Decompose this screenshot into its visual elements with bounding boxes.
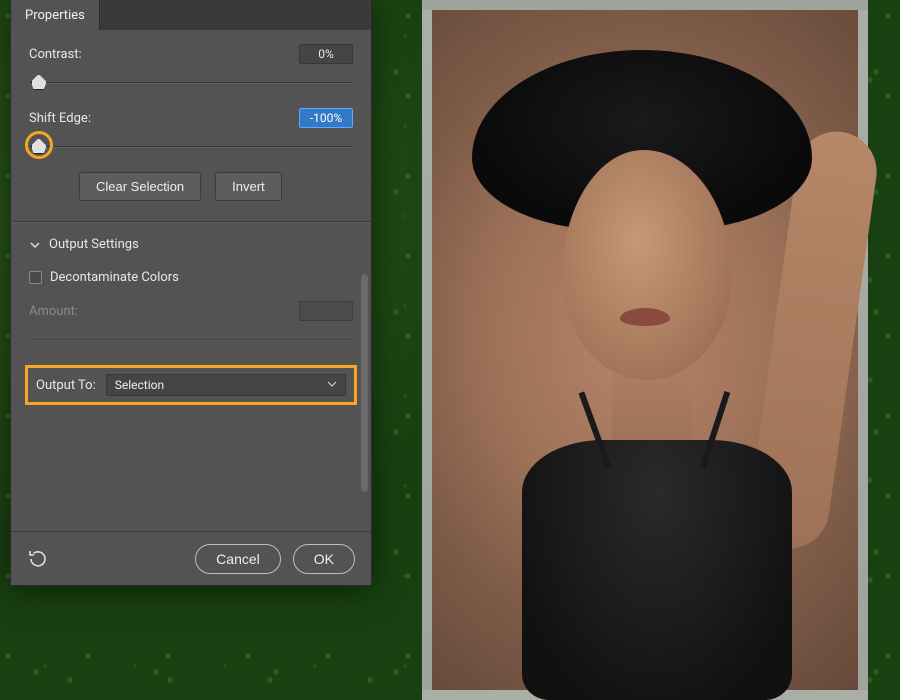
slider-track: [29, 82, 353, 84]
tab-strip: Properties: [11, 0, 371, 30]
clear-selection-button[interactable]: Clear Selection: [79, 172, 201, 201]
button-label: Cancel: [216, 551, 260, 567]
amount-slider: [29, 329, 353, 351]
cancel-button[interactable]: Cancel: [195, 544, 281, 574]
photo-subject-top: [522, 440, 792, 700]
shift-edge-slider[interactable]: [29, 136, 353, 158]
output-to-label: Output To:: [36, 378, 96, 393]
button-label: Clear Selection: [96, 179, 184, 194]
chevron-down-icon: [327, 378, 337, 392]
select-value: Selection: [115, 378, 164, 392]
reset-icon[interactable]: [27, 548, 49, 570]
section-divider: [11, 221, 371, 223]
invert-button[interactable]: Invert: [215, 172, 282, 201]
shift-edge-label: Shift Edge:: [29, 111, 91, 126]
button-label: Invert: [232, 179, 265, 194]
button-label: OK: [314, 551, 334, 567]
section-title: Output Settings: [49, 237, 139, 252]
decontaminate-label: Decontaminate Colors: [50, 270, 179, 285]
slider-track: [29, 339, 353, 341]
slider-thumb[interactable]: [31, 138, 47, 154]
contrast-slider[interactable]: [29, 72, 353, 94]
tab-properties[interactable]: Properties: [11, 0, 100, 30]
decontaminate-checkbox[interactable]: [29, 271, 42, 284]
contrast-label: Contrast:: [29, 47, 82, 62]
chevron-down-icon: [29, 239, 41, 251]
shift-edge-value[interactable]: -100%: [299, 108, 353, 128]
tab-label: Properties: [25, 8, 85, 23]
ok-button[interactable]: OK: [293, 544, 355, 574]
amount-value: [299, 301, 353, 321]
canvas-photo: [422, 0, 868, 700]
slider-thumb[interactable]: [31, 74, 47, 90]
photo-subject-lips: [620, 308, 670, 326]
panel-scrollbar[interactable]: [361, 274, 368, 492]
amount-label: Amount:: [29, 304, 78, 319]
output-settings-header[interactable]: Output Settings: [29, 237, 353, 252]
output-to-select[interactable]: Selection: [106, 374, 346, 396]
output-to-highlighted-row: Output To: Selection: [25, 365, 357, 405]
panel-footer: Cancel OK: [11, 531, 371, 585]
contrast-value[interactable]: 0%: [299, 44, 353, 64]
properties-panel: Properties Contrast: 0% Shift Edge: -100…: [10, 0, 372, 586]
slider-track: [29, 146, 353, 148]
